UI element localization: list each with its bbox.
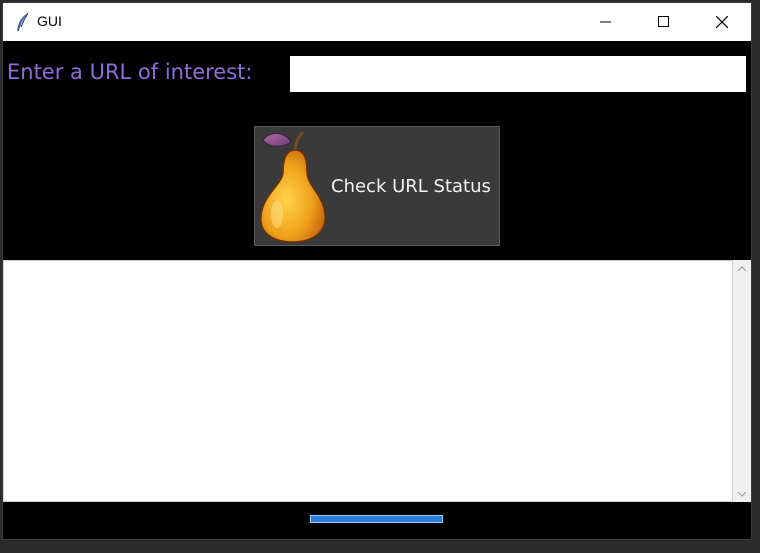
feather-icon bbox=[15, 12, 31, 32]
bottom-button[interactable] bbox=[310, 515, 443, 523]
minimize-button[interactable] bbox=[577, 3, 635, 41]
maximize-button[interactable] bbox=[635, 3, 693, 41]
pear-icon bbox=[255, 128, 331, 244]
close-button[interactable] bbox=[693, 3, 751, 41]
scroll-up-icon[interactable] bbox=[733, 260, 751, 277]
check-url-status-button[interactable]: Check URL Status bbox=[254, 126, 500, 246]
scroll-down-icon[interactable] bbox=[733, 485, 751, 502]
output-scrollbar[interactable] bbox=[733, 260, 751, 502]
app-window: GUI Enter a URL of interest: Check URL S… bbox=[2, 2, 752, 540]
url-label: Enter a URL of interest: bbox=[7, 60, 253, 84]
maximize-icon bbox=[658, 13, 670, 32]
window-title: GUI bbox=[37, 13, 62, 29]
check-url-status-label: Check URL Status bbox=[331, 175, 491, 197]
url-input[interactable] bbox=[290, 56, 746, 92]
output-text-area[interactable] bbox=[3, 260, 733, 502]
title-bar[interactable]: GUI bbox=[3, 3, 751, 41]
minimize-icon bbox=[600, 13, 612, 32]
close-icon bbox=[715, 13, 729, 32]
